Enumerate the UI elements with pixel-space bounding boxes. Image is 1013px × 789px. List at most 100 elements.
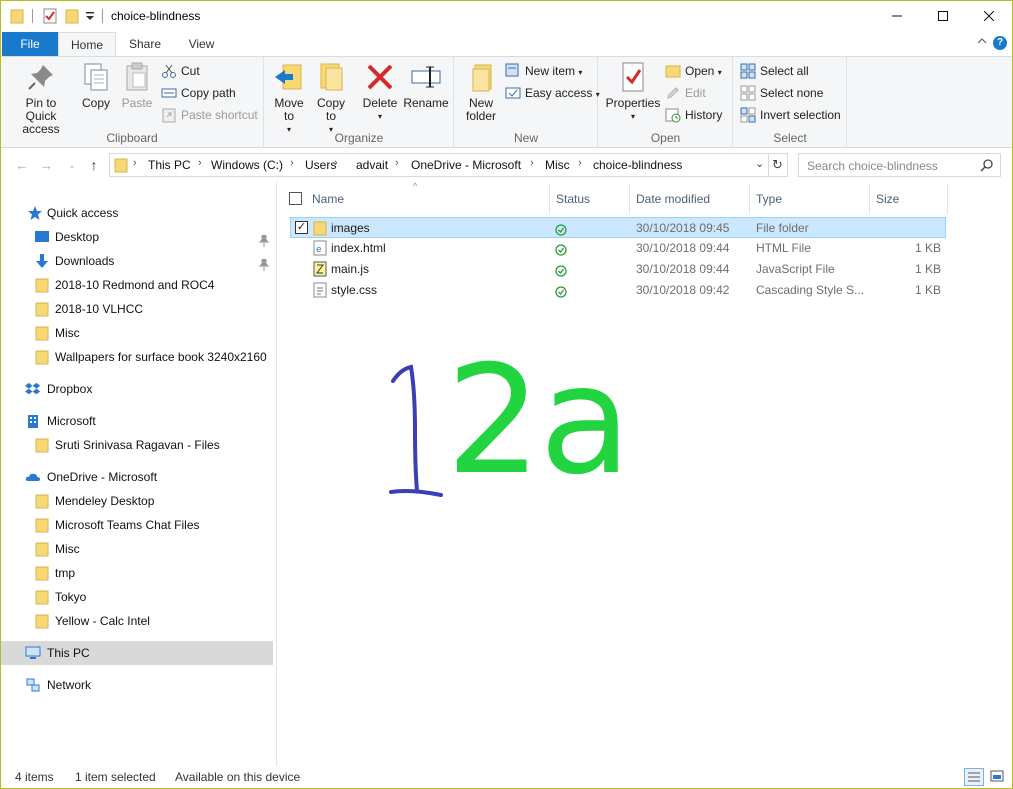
history-button[interactable]: History [665,105,722,125]
nav-folder-od-misc[interactable]: Misc [1,537,273,561]
nav-folder-redmond[interactable]: 2018-10 Redmond and ROC4 [1,273,273,297]
folder-icon [34,301,50,317]
nav-dropbox-label: Dropbox [47,382,93,396]
nav-desktop[interactable]: Desktop [1,225,273,249]
select-none-button[interactable]: Select none [740,83,823,103]
nav-dropbox[interactable]: Dropbox [1,377,273,401]
pin-to-quick-access-button[interactable]: Pin to Quick access [5,61,77,136]
nav-folder-wallpapers[interactable]: Wallpapers for surface book 3240x2160 [1,345,273,369]
select-group: Select all Select none Invert selection … [734,57,847,148]
select-all-button[interactable]: Select all [740,61,809,81]
nav-folder-label: Misc [55,542,80,556]
copy-to-button[interactable]: Copy to ▾ [311,61,351,136]
nav-folder-yellow[interactable]: Yellow - Calc Intel [1,609,273,633]
column-date-modified[interactable]: Date modified [630,184,750,214]
table-row[interactable]: e index.html 30/10/2018 09:44 HTML File … [290,238,946,259]
rename-icon [410,61,442,93]
copy-button[interactable]: Copy [77,61,115,110]
tab-view[interactable]: View [179,32,224,56]
up-arrow-icon[interactable]: ↑ [85,157,103,173]
recent-locations-icon[interactable]: ⌄ [63,160,81,171]
paste-button[interactable]: Paste [118,61,156,110]
breadcrumb-advait[interactable]: advait [356,158,388,172]
close-button[interactable] [966,1,1012,31]
details-view-icon[interactable] [964,768,984,786]
nav-folder-sruti[interactable]: Sruti Srinivasa Ragavan - Files [1,433,273,457]
nav-folder-tokyo[interactable]: Tokyo [1,585,273,609]
breadcrumb-users[interactable]: Users [305,158,336,172]
paste-shortcut-button[interactable]: Paste shortcut [161,105,258,125]
organize-group-label: Organize [334,131,384,145]
copy-icon [80,61,112,93]
refresh-icon[interactable]: ↻ [768,153,788,177]
nav-quick-access[interactable]: Quick access [1,201,273,225]
nav-network[interactable]: Network [1,673,273,697]
help-icon[interactable]: ? [993,36,1009,52]
properties-quick-icon[interactable] [43,8,57,27]
nav-onedrive-label: OneDrive - Microsoft [47,470,158,484]
invert-selection-button[interactable]: Invert selection [740,105,841,125]
nav-folder-vlhcc[interactable]: 2018-10 VLHCC [1,297,273,321]
move-to-button[interactable]: Move to ▾ [269,61,309,136]
breadcrumb-this-pc[interactable]: This PC [148,158,191,172]
css-file-icon [312,282,328,298]
nav-folder-teams[interactable]: Microsoft Teams Chat Files [1,513,273,537]
open-button[interactable]: Open ▾ [665,61,722,81]
properties-button[interactable]: Properties ▾ [605,61,661,123]
maximize-button[interactable] [920,1,966,31]
easy-access-button[interactable]: Easy access ▾ [505,83,600,103]
row-checkbox-checked[interactable]: ✓ [295,221,308,234]
nav-downloads-label: Downloads [55,254,115,268]
column-type[interactable]: Type [750,184,870,214]
cloud-icon [25,469,41,485]
search-icon[interactable] [980,158,994,172]
customize-toolbar-icon[interactable] [85,10,95,25]
address-dropdown-icon[interactable]: ⌄ [755,157,764,170]
tab-file[interactable]: File [2,32,58,56]
nav-folder-label: Wallpapers for surface book 3240x2160 [55,350,267,364]
select-all-checkbox[interactable] [289,192,302,205]
folder-icon [34,277,50,293]
minimize-button[interactable] [874,1,920,31]
table-row[interactable]: style.css 30/10/2018 09:42 Cascading Sty… [290,280,946,301]
breadcrumb-chevron-icon: › [578,157,582,169]
nav-folder-label: 2018-10 VLHCC [55,302,144,316]
breadcrumb-choice-blindness[interactable]: choice-blindness [593,158,682,172]
breadcrumb-misc[interactable]: Misc [545,158,570,172]
search-input[interactable]: Search choice-blindness [807,159,938,173]
new-folder-quick-icon[interactable] [65,8,79,27]
delete-button[interactable]: Delete ▾ [360,61,400,123]
copy-path-button[interactable]: Copy path [161,83,236,103]
column-status[interactable]: Status [550,184,630,214]
window-title: choice-blindness [111,9,201,23]
cut-button[interactable]: Cut [161,61,200,81]
tab-home[interactable]: Home [58,32,116,57]
edit-button[interactable]: Edit [665,83,706,103]
breadcrumb-windows-c[interactable]: Windows (C:) [211,158,283,172]
collapse-ribbon-icon[interactable] [974,36,990,52]
nav-this-pc[interactable]: This PC [1,641,273,665]
back-arrow-icon[interactable]: ← [13,157,31,173]
forward-arrow-icon[interactable]: → [37,157,55,173]
nav-onedrive[interactable]: OneDrive - Microsoft [1,465,273,489]
tab-share[interactable]: Share [121,32,169,56]
column-size[interactable]: Size [870,184,948,214]
new-item-button[interactable]: New item ▾ [505,61,582,81]
nav-folder-misc[interactable]: Misc [1,321,273,345]
file-name: images [331,221,370,235]
address-bar[interactable]: › This PC › Windows (C:) › Users › advai… [109,153,769,177]
nav-downloads[interactable]: Downloads [1,249,273,273]
breadcrumb-onedrive[interactable]: OneDrive - Microsoft [411,158,521,172]
nav-microsoft[interactable]: Microsoft [1,409,273,433]
column-name[interactable]: Name [306,184,550,214]
table-row[interactable]: ✓ images 30/10/2018 09:45 File folder [290,217,946,238]
search-box[interactable]: Search choice-blindness [798,153,1001,177]
rename-button[interactable]: Rename [403,61,449,110]
nav-folder-mendeley[interactable]: Mendeley Desktop [1,489,273,513]
table-row[interactable]: main.js 30/10/2018 09:44 JavaScript File… [290,259,946,280]
large-icons-view-icon[interactable] [988,768,1008,786]
new-folder-button[interactable]: New folder [459,61,503,123]
nav-folder-tmp[interactable]: tmp [1,561,273,585]
select-group-label: Select [773,131,807,145]
pinned-icon [258,231,270,247]
